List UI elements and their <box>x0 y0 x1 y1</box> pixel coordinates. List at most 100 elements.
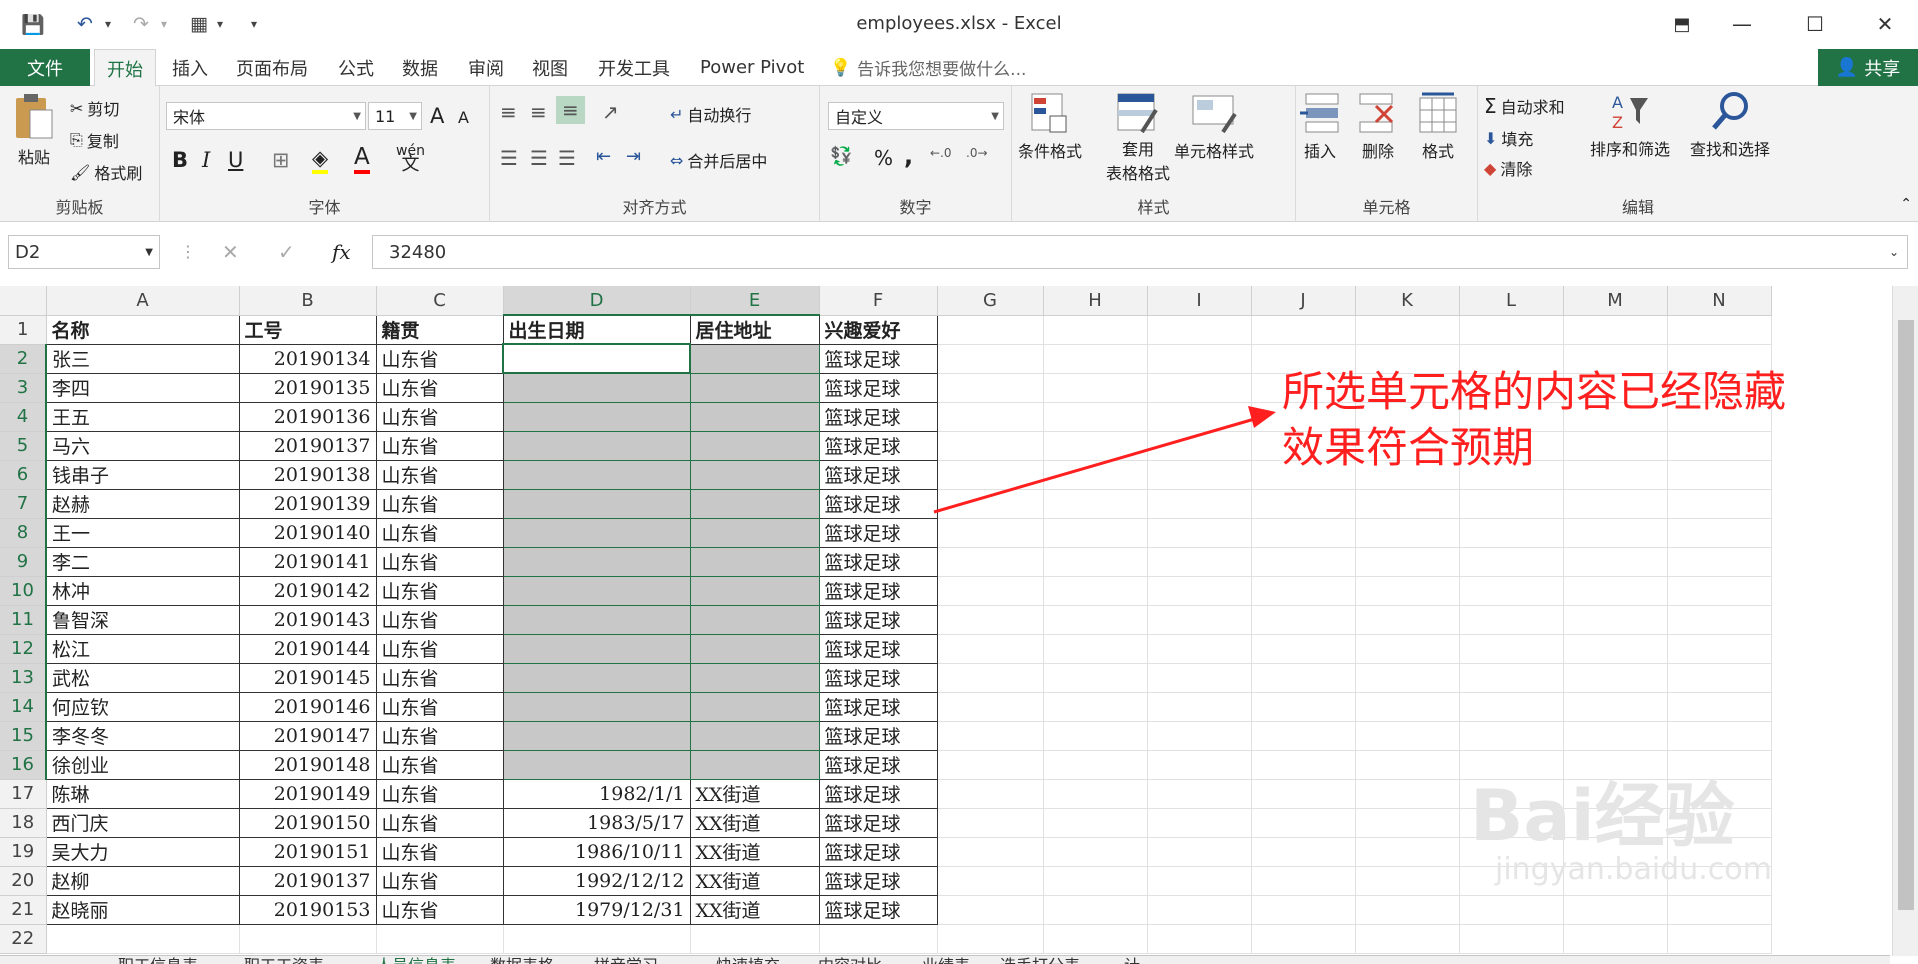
id-cell[interactable]: 20190150 <box>238 807 377 838</box>
empty-cell[interactable] <box>1147 373 1252 403</box>
underline-button[interactable]: U <box>228 148 243 172</box>
column-header[interactable]: L <box>1459 286 1564 316</box>
empty-cell[interactable] <box>1355 576 1460 606</box>
row-header[interactable]: 2 <box>0 344 47 374</box>
address-cell[interactable] <box>689 662 820 693</box>
empty-cell[interactable] <box>1667 721 1772 751</box>
percent-button[interactable]: % <box>874 146 893 170</box>
shrink-font-button[interactable]: A <box>458 108 469 127</box>
empty-cell[interactable] <box>937 779 1044 809</box>
name-cell[interactable]: 徐创业 <box>45 749 240 780</box>
empty-cell[interactable] <box>1251 721 1356 751</box>
hometown-cell[interactable]: 山东省 <box>375 691 504 722</box>
id-cell[interactable]: 20190137 <box>238 430 377 461</box>
wrap-text-button[interactable]: ↵ 自动换行 <box>670 102 751 126</box>
empty-cell[interactable] <box>1251 895 1356 925</box>
name-cell[interactable]: 王一 <box>45 517 240 548</box>
header-cell[interactable]: 兴趣爱好 <box>818 314 938 345</box>
sheet-tab[interactable]: 职工信息表 <box>118 956 198 964</box>
empty-cell[interactable] <box>1667 663 1772 693</box>
hobby-cell[interactable]: 篮球足球 <box>818 343 938 374</box>
id-cell[interactable]: 20190148 <box>238 749 377 780</box>
hobby-cell[interactable]: 篮球足球 <box>818 807 938 838</box>
row-header[interactable]: 4 <box>0 402 47 432</box>
empty-cell[interactable] <box>1563 315 1668 345</box>
empty-cell[interactable] <box>1147 344 1252 374</box>
insert-function-icon[interactable]: fx <box>332 240 351 264</box>
empty-cell[interactable] <box>1667 692 1772 722</box>
hobby-cell[interactable]: 篮球足球 <box>818 691 938 722</box>
id-cell[interactable]: 20190139 <box>238 488 377 519</box>
enter-icon[interactable]: ✓ <box>278 240 295 264</box>
name-cell[interactable]: 李二 <box>45 546 240 577</box>
tab-view[interactable]: 视图 <box>532 49 568 86</box>
row-header[interactable]: 13 <box>0 663 47 693</box>
empty-cell[interactable] <box>1147 518 1252 548</box>
empty-cell[interactable] <box>503 924 691 954</box>
name-cell[interactable]: 吴大力 <box>45 836 240 867</box>
hobby-cell[interactable]: 篮球足球 <box>818 372 938 403</box>
address-cell[interactable]: XX街道 <box>689 778 820 809</box>
column-header[interactable]: B <box>239 286 377 316</box>
name-cell[interactable]: 林冲 <box>45 575 240 606</box>
empty-cell[interactable] <box>1355 518 1460 548</box>
empty-cell[interactable] <box>819 924 938 954</box>
header-cell[interactable]: 籍贯 <box>375 314 504 345</box>
row-header[interactable]: 17 <box>0 779 47 809</box>
empty-cell[interactable] <box>1043 460 1148 490</box>
empty-cell[interactable] <box>1667 895 1772 925</box>
find-select-button[interactable]: 查找和选择 <box>1690 90 1770 160</box>
empty-cell[interactable] <box>1355 808 1460 838</box>
sheet-tab[interactable]: 计 <box>1124 956 1140 964</box>
paste-button[interactable]: 粘贴 <box>12 92 56 168</box>
hobby-cell[interactable]: 篮球足球 <box>818 517 938 548</box>
empty-cell[interactable] <box>1147 750 1252 780</box>
empty-cell[interactable] <box>1459 692 1564 722</box>
empty-cell[interactable] <box>1043 344 1148 374</box>
hometown-cell[interactable]: 山东省 <box>375 430 504 461</box>
empty-cell[interactable] <box>1251 576 1356 606</box>
empty-cell[interactable] <box>1147 315 1252 345</box>
empty-cell[interactable] <box>937 576 1044 606</box>
name-cell[interactable]: 何应钦 <box>45 691 240 722</box>
empty-cell[interactable] <box>1147 895 1252 925</box>
empty-cell[interactable] <box>937 634 1044 664</box>
empty-cell[interactable] <box>1147 663 1252 693</box>
hobby-cell[interactable]: 篮球足球 <box>818 430 938 461</box>
empty-cell[interactable] <box>1251 663 1356 693</box>
hobby-cell[interactable]: 篮球足球 <box>818 749 938 780</box>
maximize-button[interactable]: ☐ <box>1790 4 1840 44</box>
empty-cell[interactable] <box>1355 866 1460 896</box>
empty-cell[interactable] <box>1459 605 1564 635</box>
hobby-cell[interactable]: 篮球足球 <box>818 720 938 751</box>
empty-cell[interactable] <box>1147 576 1252 606</box>
empty-cell[interactable] <box>1147 837 1252 867</box>
empty-cell[interactable] <box>1147 460 1252 490</box>
empty-cell[interactable] <box>1147 866 1252 896</box>
align-right-icon[interactable]: ☰ <box>558 146 576 170</box>
empty-cell[interactable] <box>1251 808 1356 838</box>
borders-icon[interactable]: ⊞ <box>272 148 290 172</box>
tab-power-pivot[interactable]: Power Pivot <box>700 49 804 86</box>
empty-cell[interactable] <box>1043 779 1148 809</box>
empty-cell[interactable] <box>1043 402 1148 432</box>
align-bottom-icon[interactable]: ≡ <box>556 96 585 124</box>
sheet-tab[interactable]: 内容对比 <box>818 956 882 964</box>
scrollbar-thumb[interactable] <box>1898 320 1914 910</box>
hometown-cell[interactable]: 山东省 <box>375 749 504 780</box>
address-cell[interactable] <box>689 749 820 780</box>
row-header[interactable]: 11 <box>0 605 47 635</box>
empty-cell[interactable] <box>1043 924 1148 954</box>
italic-button[interactable]: I <box>202 148 210 172</box>
row-header[interactable]: 3 <box>0 373 47 403</box>
sheet-tab[interactable]: 选手打分表 <box>1000 956 1080 964</box>
address-cell[interactable] <box>689 372 820 403</box>
empty-cell[interactable] <box>1667 547 1772 577</box>
birthdate-cell[interactable] <box>502 546 691 577</box>
address-cell[interactable] <box>689 633 820 664</box>
empty-cell[interactable] <box>1563 518 1668 548</box>
column-header[interactable]: H <box>1043 286 1148 316</box>
align-center-icon[interactable]: ☰ <box>530 146 548 170</box>
birthdate-cell[interactable] <box>502 575 691 606</box>
hometown-cell[interactable]: 山东省 <box>375 836 504 867</box>
